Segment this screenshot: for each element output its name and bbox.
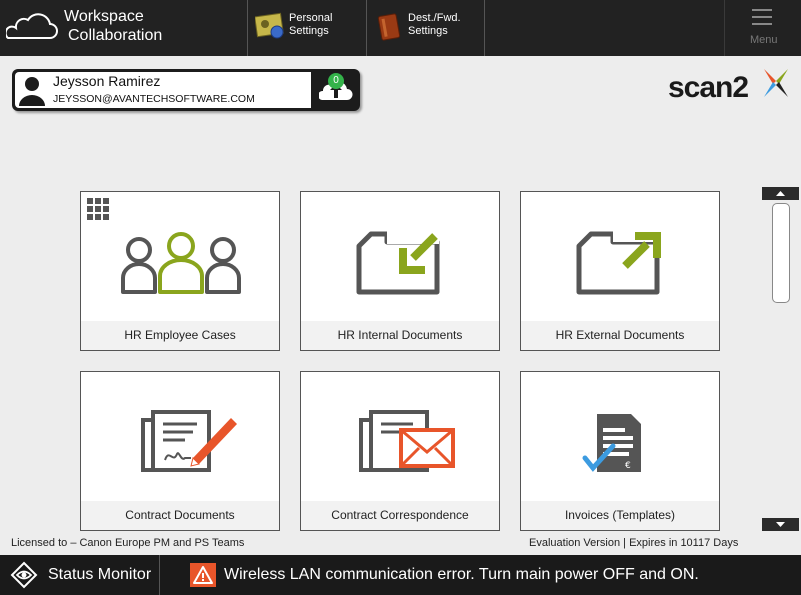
user-avatar-icon	[19, 77, 45, 106]
tile-label: HR Employee Cases	[81, 321, 279, 350]
logo-text: scan2	[668, 71, 749, 104]
tile-label: Contract Correspondence	[301, 501, 499, 530]
tile-hr-external-documents[interactable]: HR External Documents	[520, 191, 720, 351]
tile-label: Contract Documents	[81, 501, 279, 530]
personal-settings-line1: Personal	[289, 12, 333, 24]
user-email: JEYSSON@AVANTECHSOFTWARE.COM	[53, 93, 255, 105]
people-icon	[121, 232, 241, 294]
contract-sign-icon	[141, 410, 237, 472]
app-title: Workspace Collaboration	[0, 0, 247, 56]
top-bar: Workspace Collaboration Personal Setting…	[0, 0, 801, 56]
scroll-up-button[interactable]	[762, 187, 799, 200]
user-card: Jeysson Ramirez JEYSSON@AVANTECHSOFTWARE…	[12, 69, 360, 111]
personal-settings-label: Personal Settings	[289, 12, 332, 38]
arrow-up-icon	[776, 191, 785, 196]
dest-settings-line2: Settings	[408, 25, 448, 37]
menu-label: Menu	[750, 34, 778, 46]
tile-label: HR External Documents	[521, 321, 719, 350]
svg-text:€: €	[625, 461, 631, 471]
tile-label: HR Internal Documents	[301, 321, 499, 350]
status-monitor-button[interactable]: Status Monitor	[0, 555, 160, 595]
app-title-line2: Collaboration	[68, 27, 163, 44]
dest-fwd-settings-label: Dest./Fwd. Settings	[408, 12, 461, 38]
pending-count-badge: 0	[328, 73, 344, 89]
invoice-icon: €	[582, 414, 641, 472]
cloud-icon	[6, 13, 58, 39]
tile-contract-correspondence[interactable]: Contract Correspondence	[300, 371, 500, 531]
menu-button[interactable]: Menu	[724, 0, 801, 56]
tile-hr-employee-cases[interactable]: HR Employee Cases	[80, 191, 280, 351]
arrow-down-icon	[776, 522, 785, 527]
user-info[interactable]: Jeysson Ramirez JEYSSON@AVANTECHSOFTWARE…	[15, 72, 311, 108]
status-message: Wireless LAN communication error. Turn m…	[224, 566, 699, 583]
dest-settings-line1: Dest./Fwd.	[408, 12, 461, 24]
envelope-icon	[359, 410, 455, 472]
personal-settings-icon	[255, 12, 284, 39]
folder-in-icon	[356, 230, 440, 295]
user-name: Jeysson Ramirez	[53, 73, 161, 89]
address-book-icon	[377, 13, 401, 41]
scroll-down-button[interactable]	[762, 518, 799, 531]
hamburger-icon	[752, 9, 772, 30]
logo-x-mark	[764, 69, 788, 97]
tile-invoices-templates[interactable]: € Invoices (Templates)	[520, 371, 720, 531]
app-title-line1: Workspace	[64, 8, 144, 25]
personal-settings-button[interactable]: Personal Settings	[247, 0, 366, 56]
license-text: Licensed to – Canon Europe PM and PS Tea…	[11, 537, 245, 549]
scrollbar-thumb[interactable]	[772, 203, 790, 303]
scan2x-logo: scan2	[668, 67, 790, 104]
warning-icon	[190, 563, 216, 587]
evaluation-text: Evaluation Version | Expires in 10117 Da…	[529, 537, 739, 549]
status-bar: Status Monitor Wireless LAN communicatio…	[0, 555, 801, 595]
eye-icon	[10, 561, 38, 589]
app-title-text: Workspace Collaboration	[64, 7, 162, 45]
personal-settings-line2: Settings	[289, 25, 329, 37]
tile-label: Invoices (Templates)	[521, 501, 719, 530]
folder-out-icon	[576, 228, 661, 295]
dest-fwd-settings-button[interactable]: Dest./Fwd. Settings	[366, 0, 485, 56]
tile-hr-internal-documents[interactable]: HR Internal Documents	[300, 191, 500, 351]
tile-contract-documents[interactable]: Contract Documents	[80, 371, 280, 531]
status-monitor-label: Status Monitor	[48, 566, 152, 583]
